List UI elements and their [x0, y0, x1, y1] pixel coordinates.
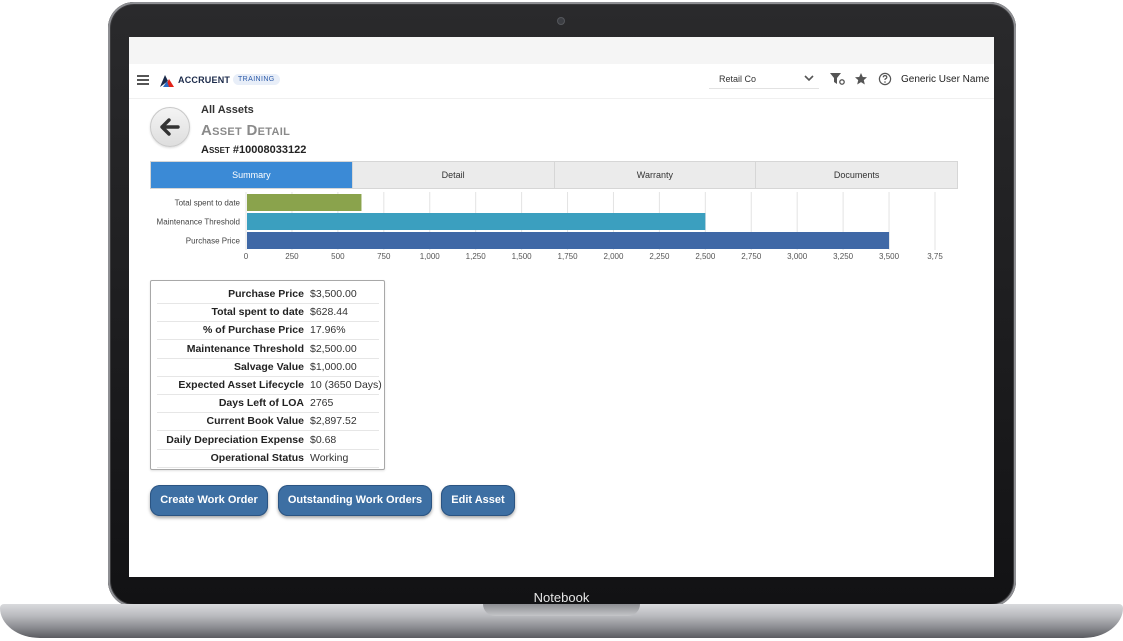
chart-x-tick-label: 3,75 — [927, 252, 943, 261]
chart-x-tick-label: 2,250 — [649, 252, 670, 261]
asset-cost-chart: 0 250 500 750 1,000 1,250 1,500 1,750 2,000 2,250… — [157, 192, 943, 261]
device-label: Notebook — [533, 590, 590, 605]
star-icon[interactable] — [854, 72, 868, 86]
camera-icon — [558, 18, 564, 24]
tab-detail[interactable]: Detail — [352, 162, 555, 188]
chart-x-tick-label: 750 — [377, 252, 391, 261]
chart-category-label: Total spent to date — [175, 199, 241, 208]
summary-label: Purchase Price — [228, 288, 304, 300]
summary-row: Daily Depreciation Expense $0.68 — [157, 431, 379, 450]
chart-x-tick-label: 1,500 — [512, 252, 533, 261]
tab-warranty[interactable]: Warranty — [554, 162, 757, 188]
asset-summary-table: Purchase Price $3,500.00 Total spent to da… — [150, 280, 385, 470]
breadcrumb[interactable]: All Assets — [201, 104, 254, 116]
summary-label: Daily Depreciation Expense — [166, 433, 304, 446]
laptop-hinge-notch — [483, 604, 640, 616]
environment-badge: TRAINING — [233, 74, 280, 85]
chart-x-tick-label: 2,000 — [603, 252, 624, 261]
summary-label: Days Left of LOA — [218, 397, 304, 410]
chart-x-tick-label: 2,500 — [695, 252, 716, 261]
accruent-logo-icon — [160, 74, 174, 87]
chart-x-tick-label: 500 — [331, 252, 345, 261]
brand-name: ACCRUENT — [178, 75, 231, 85]
summary-label: Total spent to date — [211, 306, 304, 319]
summary-label: Operational Status — [210, 451, 304, 464]
chart-x-tick-label: 0 — [244, 252, 249, 261]
summary-row: Purchase Price $3,500.00 — [157, 285, 379, 304]
summary-row: Current Book Value $2,897.52 — [157, 412, 379, 432]
summary-row: Days Left of LOA 2765 — [157, 394, 379, 414]
back-button[interactable] — [150, 107, 190, 147]
summary-value: $3,500.00 — [310, 288, 357, 300]
tab-documents[interactable]: Documents — [756, 162, 957, 188]
asset-number: Asset #10008033122 — [201, 144, 307, 156]
summary-row: Total spent to date $628.44 — [157, 303, 379, 323]
chart-category-label: Purchase Price — [186, 237, 241, 246]
brand-logo[interactable]: ACCRUENT — [160, 72, 230, 88]
summary-row: % of Purchase Price 17.96% — [157, 321, 379, 341]
filter-settings-icon[interactable] — [829, 72, 845, 86]
summary-label: Salvage Value — [233, 360, 304, 373]
summary-label: Maintenance Threshold — [186, 342, 304, 355]
summary-value: 2765 — [310, 397, 334, 410]
summary-value: Working — [310, 451, 349, 464]
arrow-left-icon — [160, 118, 180, 136]
summary-value: $2,500.00 — [310, 342, 357, 355]
chart-x-tick-label: 2,750 — [741, 252, 762, 261]
chart-x-tick-label: 3,000 — [787, 252, 808, 261]
app-header: ACCRUENT TRAINING Retail Co Generic User… — [129, 64, 994, 99]
chart-bar[interactable] — [247, 213, 706, 230]
tab-summary[interactable]: Summary — [151, 162, 353, 188]
browser-top-strip — [129, 37, 994, 64]
summary-label: Current Book Value — [206, 415, 304, 428]
help-icon[interactable] — [878, 72, 892, 86]
summary-label: Expected Asset Lifecycle — [178, 379, 304, 391]
summary-value: 10 (3650 Days) — [310, 379, 382, 391]
menu-icon[interactable] — [137, 75, 149, 85]
chart-bar[interactable] — [247, 194, 362, 211]
summary-label: % of Purchase Price — [203, 324, 304, 337]
summary-row: Maintenance Threshold $2,500.00 — [157, 340, 379, 359]
summary-value: $628.44 — [310, 306, 348, 319]
summary-row: Operational Status Working — [157, 449, 379, 468]
tab-bar: Summary Detail Warranty Documents — [150, 161, 958, 189]
outstanding-work-orders-button[interactable]: Outstanding Work Orders — [278, 485, 432, 516]
summary-row: Salvage Value $1,000.00 — [157, 358, 379, 377]
chevron-down-icon — [803, 71, 815, 87]
user-menu[interactable]: Generic User Name — [901, 74, 989, 85]
chart-category-label: Maintenance Threshold — [157, 218, 240, 227]
chart-x-tick-label: 1,000 — [420, 252, 441, 261]
page-title: Asset Detail — [201, 122, 291, 139]
chart-x-tick-label: 1,750 — [558, 252, 579, 261]
summary-row: Expected Asset Lifecycle 10 (3650 Days) — [157, 376, 382, 395]
summary-value: $1,000.00 — [310, 360, 357, 373]
chart-x-tick-label: 250 — [285, 252, 299, 261]
summary-value: $0.68 — [310, 433, 337, 446]
chart-x-tick-label: 3,500 — [879, 252, 900, 261]
create-work-order-button[interactable]: Create Work Order — [150, 485, 268, 516]
edit-asset-button[interactable]: Edit Asset — [441, 485, 515, 516]
screen: ACCRUENT TRAINING Retail Co Generic User… — [129, 37, 994, 577]
chart-x-tick-label: 1,250 — [466, 252, 487, 261]
chart-bar[interactable] — [247, 232, 890, 249]
company-select-value: Retail Co — [719, 74, 757, 84]
summary-value: 17.96% — [310, 324, 346, 337]
company-select[interactable]: Retail Co — [709, 71, 819, 89]
chart-x-tick-label: 3,250 — [833, 252, 854, 261]
summary-value: $2,897.52 — [310, 415, 357, 428]
